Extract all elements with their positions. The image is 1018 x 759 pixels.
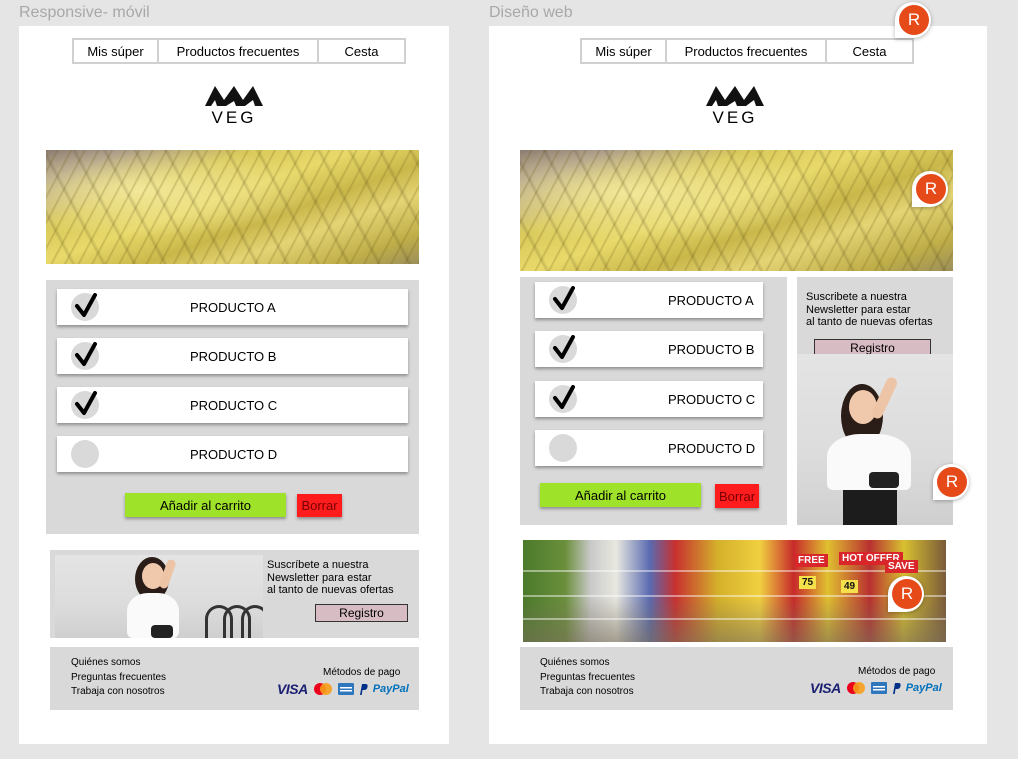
footer-link-about[interactable]: Quiénes somos [540,656,635,671]
visa-icon: VISA [277,681,308,697]
check-icon [553,286,575,310]
checkbox-unchecked[interactable] [549,434,577,462]
paypal-icon: PayPal [372,683,409,695]
product-row: PRODUCTO B [535,331,763,367]
product-label: PRODUCTO A [190,299,276,315]
check-icon [75,293,97,317]
footer-links: Quiénes somos Preguntas frecuentes Traba… [540,656,635,700]
newsletter-text: Suscribete a nuestra Newsletter para est… [806,291,933,328]
market-sign: SAVE [885,560,918,573]
footer-link-about[interactable]: Quiénes somos [71,656,166,671]
payment-icons: VISA PayPal [277,681,409,697]
comment-avatar[interactable]: R [933,464,969,500]
tab-mis-super[interactable]: Mis súper [582,40,667,62]
market-sign: FREE [795,554,828,567]
web-nav: Mis súper Productos frecuentes Cesta [580,38,914,64]
payment-icons: VISA PayPal [810,680,942,696]
check-icon [553,335,575,359]
newsletter-box: Suscríbete a nuestra Newsletter para est… [50,550,419,638]
visa-icon: VISA [810,680,841,696]
checkbox-checked[interactable] [71,391,99,419]
product-panel: PRODUCTO A PRODUCTO B PRODUCTO C PRODUCT… [46,280,419,534]
register-button[interactable]: Registro [315,604,408,622]
hero-banana-image [520,150,953,271]
add-to-cart-button[interactable]: Añadir al carrito [125,493,286,517]
product-row: PRODUCTO D [535,430,763,466]
check-icon [75,342,97,366]
checkbox-checked[interactable] [71,342,99,370]
market-sign: 49 [841,580,859,593]
checkbox-checked[interactable] [549,335,577,363]
product-label: PRODUCTO A [668,292,754,308]
product-row: PRODUCTO C [57,387,408,423]
footer-link-faq[interactable]: Preguntas frecuentes [71,671,166,686]
tab-cesta[interactable]: Cesta [319,40,404,62]
product-panel: PRODUCTO A PRODUCTO B PRODUCTO C PRODUCT… [520,277,787,525]
checkbox-checked[interactable] [71,293,99,321]
amex-icon [870,682,887,694]
footer-link-faq[interactable]: Preguntas frecuentes [540,671,635,686]
logo-text: VEG [211,108,257,127]
tab-productos-frecuentes[interactable]: Productos frecuentes [667,40,827,62]
logo[interactable]: VEG [194,84,274,128]
tab-productos-frecuentes[interactable]: Productos frecuentes [159,40,319,62]
tab-cesta[interactable]: Cesta [827,40,912,62]
web-frame-label: Diseño web [489,4,573,21]
newsletter-woman-image [55,555,263,638]
product-label: PRODUCTO C [190,397,278,413]
logo-mark-icon [205,86,263,106]
product-row: PRODUCTO C [535,381,763,417]
comment-initial: R [916,174,946,204]
logo-mark-icon [706,86,764,106]
footer: Quiénes somos Preguntas frecuentes Traba… [520,647,953,710]
comment-avatar[interactable]: R [912,171,948,207]
product-row: PRODUCTO A [57,289,408,325]
mobile-frame-label: Responsive- móvil [19,4,150,21]
product-row: PRODUCTO D [57,436,408,472]
paypal-logo-icon [892,682,901,694]
market-sign: 75 [799,576,817,589]
comment-initial: R [899,5,929,35]
product-label: PRODUCTO B [668,341,755,357]
checkbox-unchecked[interactable] [71,440,99,468]
newsletter-woman-image [797,354,953,525]
product-row: PRODUCTO B [57,338,408,374]
check-icon [553,385,575,409]
logo-text: VEG [712,108,758,127]
footer: Quiénes somos Preguntas frecuentes Traba… [50,647,419,710]
product-label: PRODUCTO D [668,440,756,456]
paypal-icon: PayPal [905,682,942,694]
newsletter-box: Suscribete a nuestra Newsletter para est… [797,277,953,525]
checkbox-checked[interactable] [549,286,577,314]
product-label: PRODUCTO D [190,446,278,462]
mobile-nav: Mis súper Productos frecuentes Cesta [72,38,406,64]
product-label: PRODUCTO C [668,391,756,407]
comment-initial: R [892,579,922,609]
add-to-cart-button[interactable]: Añadir al carrito [540,483,701,507]
footer-link-jobs[interactable]: Trabaja con nosotros [71,685,166,700]
product-row: PRODUCTO A [535,282,763,318]
paypal-logo-icon [359,683,368,695]
product-label: PRODUCTO B [190,348,277,364]
mastercard-icon [313,683,332,695]
hero-banana-image [46,150,419,264]
supermarket-image: FREE HOT OFFER SAVE 75 49 [523,540,946,642]
delete-button[interactable]: Borrar [297,494,342,517]
comment-avatar[interactable]: R [888,576,924,612]
footer-link-jobs[interactable]: Trabaja con nosotros [540,685,635,700]
tab-mis-super[interactable]: Mis súper [74,40,159,62]
delete-button[interactable]: Borrar [715,484,759,508]
amex-icon [337,683,354,695]
payment-methods-title: Métodos de pago [858,666,936,677]
payment-methods-title: Métodos de pago [323,667,401,678]
comment-avatar[interactable]: R [895,2,931,38]
logo[interactable]: VEG [695,84,775,128]
mastercard-icon [846,682,865,694]
newsletter-text: Suscríbete a nuestra Newsletter para est… [267,559,394,596]
check-icon [75,391,97,415]
checkbox-checked[interactable] [549,385,577,413]
footer-links: Quiénes somos Preguntas frecuentes Traba… [71,656,166,700]
comment-initial: R [937,467,967,497]
